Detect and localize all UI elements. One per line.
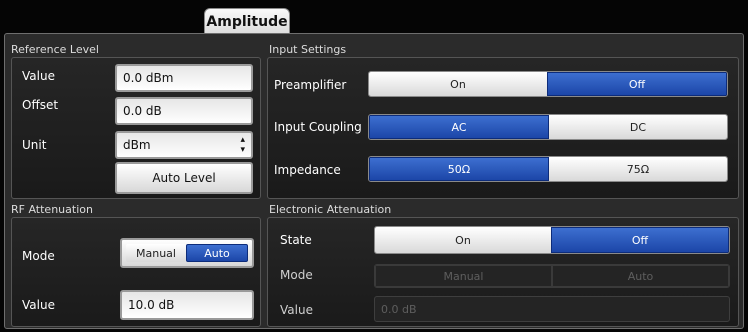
- input-settings-group: Preamplifier On Off Input Coupling AC DC…: [267, 57, 739, 199]
- ref-offset-field[interactable]: 0.0 dB: [115, 97, 253, 125]
- rf-value-field[interactable]: 10.0 dB: [120, 290, 254, 320]
- input-settings-title: Input Settings: [269, 43, 347, 56]
- unit-select-value: dBm: [123, 138, 151, 152]
- ea-mode-manual-option: Manual: [375, 265, 552, 287]
- rf-mode-auto-option[interactable]: Auto: [186, 244, 248, 262]
- input-coupling-toggle[interactable]: AC DC: [368, 114, 728, 140]
- preamplifier-label: Preamplifier: [274, 78, 347, 92]
- reference-level-group: Value 0.0 dBm Offset 0.0 dB Unit dBm ▴ ▾ …: [11, 57, 261, 199]
- state-on-option[interactable]: On: [375, 227, 551, 253]
- impedance-label: Impedance: [274, 163, 341, 177]
- input-coupling-label: Input Coupling: [274, 120, 362, 134]
- spinner-arrows-icon: ▴ ▾: [240, 135, 245, 155]
- rf-attenuation-title: RF Attenuation: [11, 203, 93, 216]
- rf-mode-toggle[interactable]: Manual Auto: [120, 238, 254, 268]
- state-toggle[interactable]: On Off: [374, 226, 730, 254]
- coupling-dc-option[interactable]: DC: [549, 115, 727, 139]
- ref-value-label: Value: [22, 69, 55, 83]
- rf-value-label: Value: [22, 298, 55, 312]
- impedance-50-option[interactable]: 50Ω: [369, 157, 549, 181]
- impedance-toggle[interactable]: 50Ω 75Ω: [368, 156, 728, 182]
- unit-select[interactable]: dBm ▴ ▾: [115, 131, 253, 159]
- amplitude-panel: Reference Level Value 0.0 dBm Offset 0.0…: [4, 33, 744, 329]
- ea-value-field: 0.0 dB: [374, 296, 730, 322]
- coupling-ac-option[interactable]: AC: [369, 115, 549, 139]
- ref-value-field[interactable]: 0.0 dBm: [115, 64, 253, 92]
- rf-mode-manual-option[interactable]: Manual: [126, 244, 186, 262]
- unit-label: Unit: [22, 138, 47, 152]
- state-label: State: [280, 233, 312, 247]
- electronic-attenuation-title: Electronic Attenuation: [269, 203, 392, 216]
- preamp-off-option[interactable]: Off: [547, 72, 727, 96]
- preamplifier-toggle[interactable]: On Off: [368, 71, 728, 97]
- impedance-75-option[interactable]: 75Ω: [549, 157, 727, 181]
- ea-value-label: Value: [280, 303, 313, 317]
- ea-mode-label: Mode: [280, 268, 313, 282]
- rf-mode-label: Mode: [22, 249, 55, 263]
- preamp-on-option[interactable]: On: [369, 72, 547, 96]
- reference-level-title: Reference Level: [11, 43, 99, 56]
- ea-mode-auto-option: Auto: [552, 265, 729, 287]
- electronic-attenuation-group: State On Off Mode Manual Auto Value 0.0 …: [267, 217, 739, 327]
- auto-level-button[interactable]: Auto Level: [115, 162, 253, 194]
- ref-offset-label: Offset: [22, 98, 59, 112]
- tab-amplitude[interactable]: Amplitude: [204, 8, 290, 34]
- ea-mode-toggle: Manual Auto: [374, 264, 730, 288]
- state-off-option[interactable]: Off: [551, 227, 729, 253]
- rf-attenuation-group: Mode Manual Auto Value 10.0 dB: [11, 217, 261, 327]
